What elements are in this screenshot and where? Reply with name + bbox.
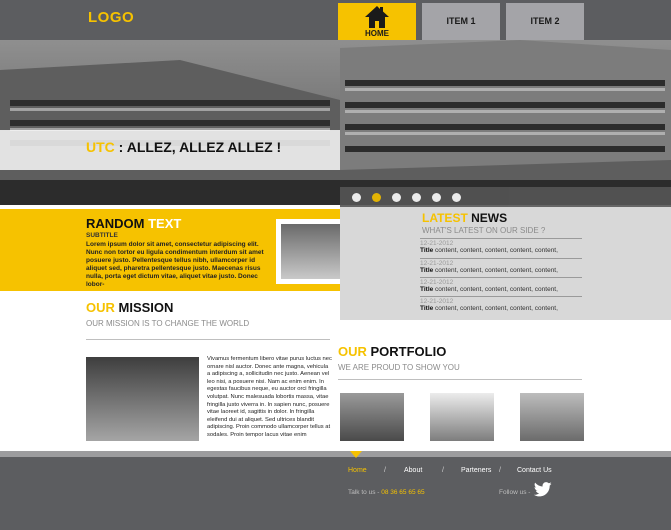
building-photo [0, 40, 671, 205]
nav-home-label: HOME [365, 29, 389, 38]
hero-brand: UTC [86, 139, 115, 155]
portfolio-divider [338, 379, 582, 380]
hero-slogan: UTC : ALLEZ, ALLEZ ALLEZ ! [86, 139, 281, 155]
news-item[interactable]: 12-21-2012 Title content, content, conte… [420, 258, 582, 274]
slider-dot-3[interactable] [392, 193, 401, 202]
slider-dot-1[interactable] [352, 193, 361, 202]
footer-link-about[interactable]: About [404, 467, 422, 474]
news-text: Title content, content, content, content… [420, 305, 582, 312]
news-item-title: Title [420, 305, 434, 312]
footer-link-contact[interactable]: Contact Us [517, 467, 552, 474]
footer-separator: / [442, 467, 444, 474]
footer-talk: Talk to us - 08 36 65 65 65 [348, 489, 425, 496]
news-text: Title content, content, content, content… [420, 267, 582, 274]
random-subtitle: SUBTITLE [86, 232, 118, 239]
home-icon [365, 6, 389, 28]
news-item[interactable]: 12-21-2012 Title content, content, conte… [420, 238, 582, 254]
news-date: 12-21-2012 [420, 240, 454, 247]
news-item-title: Title [420, 267, 434, 274]
portfolio-thumb-3[interactable] [520, 393, 584, 441]
footer [0, 457, 671, 530]
news-item[interactable]: 12-21-2012 Title content, content, conte… [420, 277, 582, 293]
portfolio-thumb-1[interactable] [340, 393, 404, 441]
slider-dot-2[interactable] [372, 193, 381, 202]
twitter-icon[interactable] [533, 482, 552, 502]
footer-separator: / [499, 467, 501, 474]
random-body: Lorem ipsum dolor sit amet, consectetur … [86, 241, 264, 288]
portfolio-title: OUR PORTFOLIO [338, 344, 446, 359]
random-title-b: TEXT [148, 216, 182, 231]
news-title-a: LATEST [422, 211, 472, 225]
mission-subtitle: OUR MISSION IS TO CHANGE THE WORLD [86, 319, 250, 328]
footer-separator: / [384, 467, 386, 474]
news-item-content: content, content, content, content, cont… [433, 286, 558, 293]
news-subtitle: WHAT'S LATEST ON OUR SIDE ? [422, 226, 546, 235]
news-item-title: Title [420, 247, 434, 254]
hero-slogan-text: : ALLEZ, ALLEZ ALLEZ ! [114, 139, 282, 155]
portfolio-thumb-2[interactable] [430, 393, 494, 441]
random-title: RANDOM TEXT [86, 216, 181, 231]
talk-label: Talk to us - [348, 489, 382, 496]
mission-title-b: MISSION [118, 300, 174, 315]
slider-dot-5[interactable] [432, 193, 441, 202]
mission-body: Vivamus fermentum libero vitae purus luc… [207, 356, 332, 438]
nav-item-1[interactable]: ITEM 1 [422, 3, 500, 40]
slider-dot-6[interactable] [452, 193, 461, 202]
meeting-image [86, 357, 199, 441]
news-item-title: Title [420, 286, 434, 293]
news-text: Title content, content, content, content… [420, 286, 582, 293]
slider-dot-4[interactable] [412, 193, 421, 202]
logo[interactable]: LOGO [88, 9, 134, 26]
news-item-content: content, content, content, content, cont… [433, 305, 558, 312]
random-title-a: RANDOM [86, 216, 149, 231]
news-item-content: content, content, content, content, cont… [433, 267, 558, 274]
footer-active-marker [350, 451, 362, 458]
portfolio-subtitle: WE ARE PROUD TO SHOW YOU [338, 363, 460, 372]
slider-dots [340, 187, 671, 207]
news-title: LATEST NEWS [422, 211, 507, 225]
portfolio-title-a: OUR [338, 344, 371, 359]
nav-item-2[interactable]: ITEM 2 [506, 3, 584, 40]
nav-home[interactable]: HOME [338, 3, 416, 40]
news-text: Title content, content, content, content… [420, 247, 582, 254]
news-item[interactable]: 12-21-2012 Title content, content, conte… [420, 296, 582, 312]
news-date: 12-21-2012 [420, 260, 454, 267]
portfolio-title-b: PORTFOLIO [370, 344, 447, 359]
mission-title: OUR MISSION [86, 300, 173, 315]
news-date: 12-21-2012 [420, 279, 454, 286]
mission-title-a: OUR [86, 300, 119, 315]
phone-number[interactable]: 08 36 65 65 65 [381, 489, 424, 496]
footer-link-home[interactable]: Home [348, 467, 367, 474]
twitter-bird-icon [533, 482, 552, 497]
news-item-content: content, content, content, content, cont… [433, 247, 558, 254]
hero-image [0, 40, 671, 205]
footer-follow: Follow us - [499, 489, 531, 496]
mission-divider [86, 339, 330, 340]
news-date: 12-21-2012 [420, 298, 454, 305]
news-title-b: NEWS [471, 211, 508, 225]
footer-link-parteners[interactable]: Parteners [461, 467, 491, 474]
